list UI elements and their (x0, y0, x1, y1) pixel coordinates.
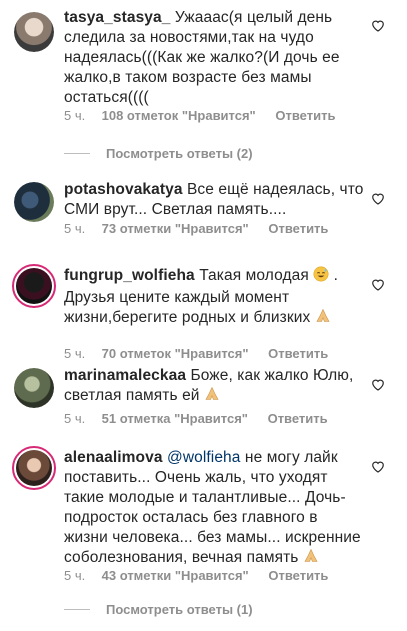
avatar[interactable] (14, 182, 54, 222)
praying-hands-icon (315, 308, 331, 330)
comment-time: 5 ч. (64, 108, 86, 123)
comment-meta: 5 ч. 108 отметок "Нравится" Ответить (64, 108, 335, 123)
avatar[interactable] (12, 264, 56, 308)
comment-likes[interactable]: 51 отметка "Нравится" (102, 411, 248, 426)
comment-likes[interactable]: 43 отметки "Нравится" (102, 568, 249, 583)
avatar[interactable] (14, 12, 54, 52)
reply-button[interactable]: Ответить (268, 221, 328, 236)
praying-hands-icon (204, 386, 220, 408)
avatar[interactable] (14, 368, 54, 408)
comment-likes[interactable]: 73 отметки "Нравится" (102, 221, 249, 236)
comment-body: potashovakatya Все ещё надеялась, что СМ… (64, 180, 364, 220)
view-replies-button[interactable]: Посмотреть ответы (2) (64, 146, 253, 161)
comment-meta: 5 ч. 70 отметок "Нравится" Ответить (64, 346, 328, 361)
comment-time: 5 ч. (64, 346, 86, 361)
comment-likes[interactable]: 70 отметок "Нравится" (102, 346, 249, 361)
divider-line (64, 153, 90, 154)
comment-likes[interactable]: 108 отметок "Нравится" (102, 108, 256, 123)
heart-icon[interactable] (371, 460, 385, 473)
comment-username[interactable]: potashovakatya (64, 181, 183, 198)
comment-username[interactable]: marinamaleckaa (64, 367, 186, 384)
comment-text-start: Такая молодая (199, 267, 309, 284)
comment-time: 5 ч. (64, 221, 86, 236)
mention-link[interactable]: @wolfieha (167, 449, 241, 466)
sweat-smile-icon (313, 266, 329, 288)
comment-body: fungrup_wolfieha Такая молодая . Друзья … (64, 266, 364, 330)
comment-username[interactable]: fungrup_wolfieha (64, 267, 195, 284)
comment-body: marinamaleckaa Боже, как жалко Юлю, свет… (64, 366, 364, 408)
comment-username[interactable]: alenaalimova (64, 449, 163, 466)
view-replies-label: Посмотреть ответы (1) (106, 602, 253, 617)
heart-icon[interactable] (371, 378, 385, 391)
reply-button[interactable]: Ответить (268, 411, 328, 426)
comment-username[interactable]: tasya_stasya_ (64, 9, 170, 26)
view-replies-label: Посмотреть ответы (2) (106, 146, 253, 161)
comment-meta: 5 ч. 51 отметка "Нравится" Ответить (64, 411, 328, 426)
reply-button[interactable]: Ответить (275, 108, 335, 123)
reply-button[interactable]: Ответить (268, 568, 328, 583)
view-replies-button[interactable]: Посмотреть ответы (1) (64, 602, 253, 617)
comments-feed: tasya_stasya_ Ужааас(я целый день следил… (0, 0, 407, 631)
heart-icon[interactable] (371, 19, 385, 32)
comment-body: alenaalimova @wolfieha не могу лайк пост… (64, 448, 364, 570)
comment-time: 5 ч. (64, 411, 86, 426)
comment-meta: 5 ч. 43 отметки "Нравится" Ответить (64, 568, 328, 583)
avatar[interactable] (12, 446, 56, 490)
divider-line (64, 609, 90, 610)
praying-hands-icon (303, 548, 319, 570)
reply-button[interactable]: Ответить (268, 346, 328, 361)
comment-time: 5 ч. (64, 568, 86, 583)
comment-meta: 5 ч. 73 отметки "Нравится" Ответить (64, 221, 328, 236)
heart-icon[interactable] (371, 192, 385, 205)
heart-icon[interactable] (371, 278, 385, 291)
comment-body: tasya_stasya_ Ужааас(я целый день следил… (64, 8, 364, 108)
